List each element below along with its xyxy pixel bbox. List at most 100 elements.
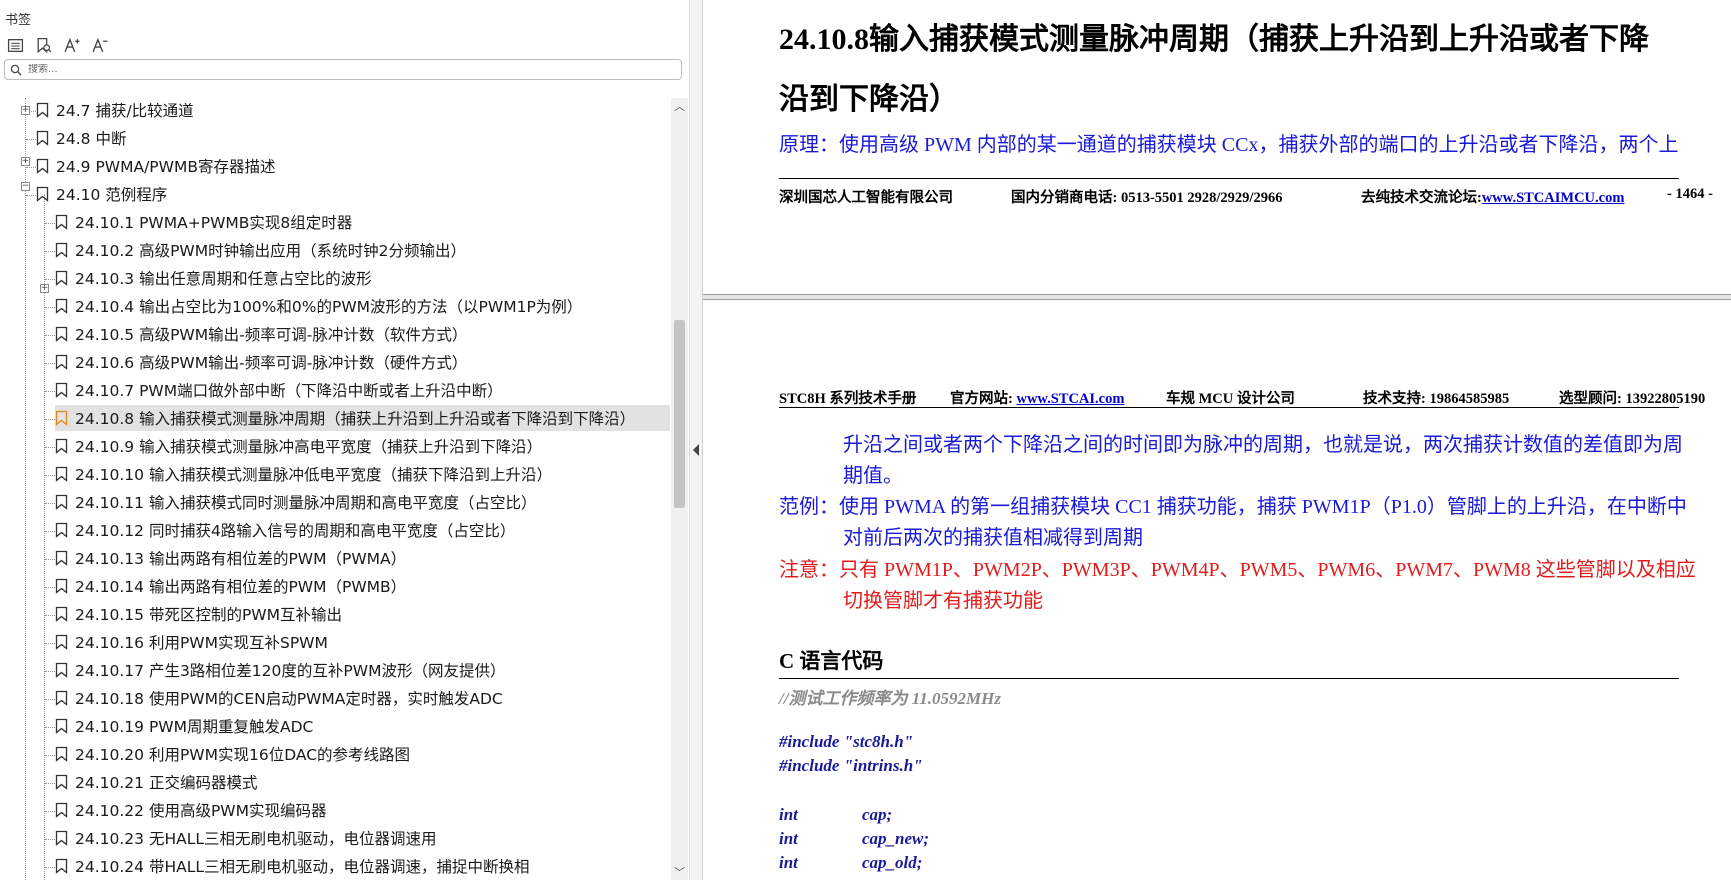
example-text-line2: 对前后两次的捕获值相减得到周期 (843, 527, 1143, 549)
bookmark-icon (55, 494, 68, 510)
bookmark-item[interactable]: 24.8 中断 (36, 125, 126, 151)
header-support: 技术支持: 19864585985 (1363, 391, 1510, 407)
bookmark-item[interactable]: 24.10.4 输出占空比为100%和0%的PWM波形的方法（以PWM1P为例） (55, 293, 582, 319)
bookmark-icon (36, 186, 49, 202)
bookmark-label: 24.10.21 正交编码器模式 (75, 774, 258, 792)
bookmark-label: 24.10.5 高级PWM输出-频率可调-脉冲计数（软件方式） (75, 326, 468, 344)
find-bookmark-button[interactable] (32, 34, 54, 56)
tree-connector (45, 699, 55, 700)
bookmark-icon (55, 746, 68, 762)
scroll-up-arrow-icon[interactable]: ︿ (671, 98, 688, 114)
continued-text-line1: 升沿之间或者两个下降沿之间的时间即为脉冲的周期，也就是说，两次捕获计数值的差值即… (843, 434, 1683, 456)
bookmark-item[interactable]: 24.10.17 产生3路相位差120度的互补PWM波形（网友提供） (55, 657, 505, 683)
note-text-line1: 注意：只有 PWM1P、PWM2P、PWM3P、PWM4P、PWM5、PWM6、… (779, 559, 1696, 581)
footer-phone: 国内分销商电话: 0513-5501 2928/2929/2966 (1011, 190, 1283, 206)
bookmark-item[interactable]: 24.10.18 使用PWM的CEN启动PWMA定时器，实时触发ADC (55, 685, 503, 711)
bookmark-item[interactable]: 24.10.12 同时捕获4路输入信号的周期和高电平宽度（占空比） (55, 517, 515, 543)
bookmark-label: 24.10.6 高级PWM输出-频率可调-脉冲计数（硬件方式） (75, 354, 468, 372)
bookmark-item[interactable]: 24.10.11 输入捕获模式同时测量脉冲周期和高电平宽度（占空比） (55, 489, 536, 515)
bookmark-item[interactable]: 24.10.23 无HALL三相无刷电机驱动，电位器调速用 (55, 825, 436, 851)
decrease-font-button[interactable] (88, 34, 110, 56)
bookmark-label: 24.10.8 输入捕获模式测量脉冲周期（捕获上升沿到上升沿或者下降沿到下降沿） (75, 410, 636, 428)
tree-guide-line (25, 98, 26, 880)
bookmark-scrollbar[interactable]: ︿ ﹀ (671, 98, 688, 880)
section-title-line1: 24.10.8输入捕获模式测量脉冲周期（捕获上升沿到上升沿或者下降 (779, 23, 1649, 56)
bookmark-icon (36, 102, 49, 118)
bookmark-item[interactable]: 24.10.21 正交编码器模式 (55, 769, 257, 795)
tree-guide-line (44, 194, 45, 880)
scroll-down-arrow-icon[interactable]: ﹀ (671, 864, 688, 880)
bookmark-label: 24.10.13 输出两路有相位差的PWM（PWMA） (75, 550, 407, 568)
bookmarks-title: 书签 (5, 13, 32, 28)
bookmark-item[interactable]: 24.10.8 输入捕获模式测量脉冲周期（捕获上升沿到上升沿或者下降沿到下降沿） (55, 405, 670, 431)
bookmark-label: 24.10.20 利用PWM实现16位DAC的参考线路图 (75, 746, 411, 764)
bookmark-label: 24.10.15 带死区控制的PWM互补输出 (75, 606, 342, 624)
official-site-link[interactable]: www.STCAI.com (1016, 391, 1124, 407)
tree-connector (45, 755, 55, 756)
bookmark-search-box[interactable] (4, 59, 682, 80)
forum-link[interactable]: www.STCAIMCU.com (1482, 190, 1625, 206)
expand-toggle-24-7[interactable]: + (21, 106, 30, 115)
tree-connector (45, 363, 55, 364)
bookmark-item[interactable]: 24.10.5 高级PWM输出-频率可调-脉冲计数（软件方式） (55, 321, 467, 347)
expand-toggle-24-10-4[interactable]: + (40, 284, 49, 293)
scrollbar-thumb[interactable] (674, 320, 685, 508)
bookmark-label: 24.10.24 带HALL三相无刷电机驱动，电位器调速，捕捉中断换相 (75, 858, 530, 876)
bookmark-item[interactable]: 24.10 范例程序 (36, 181, 167, 207)
bookmark-item[interactable]: 24.10.9 输入捕获模式测量脉冲高电平宽度（捕获上升沿到下降沿） (55, 433, 542, 459)
header-rule (779, 407, 1679, 408)
principle-text: 原理：使用高级 PWM 内部的某一通道的捕获模块 CCx，捕获外部的端口的上升沿… (779, 134, 1679, 156)
header-advisor: 选型顾问: 13922805190 (1559, 391, 1706, 407)
code-comment: //测试工作频率为 11.0592MHz (779, 689, 1001, 708)
tree-connector (45, 251, 55, 252)
bookmark-item[interactable]: 24.10.20 利用PWM实现16位DAC的参考线路图 (55, 741, 410, 767)
code-decl-type: int (779, 853, 798, 872)
panel-splitter[interactable] (690, 0, 703, 880)
bookmark-icon (36, 130, 49, 146)
bookmark-label: 24.10.9 输入捕获模式测量脉冲高电平宽度（捕获上升沿到下降沿） (75, 438, 543, 456)
bookmark-icon (55, 522, 68, 538)
bookmark-label: 24.10 范例程序 (56, 186, 168, 204)
bookmark-search-input[interactable] (28, 64, 668, 75)
collapse-all-button[interactable] (4, 34, 26, 56)
code-decl-name: cap; (862, 805, 893, 824)
bookmark-icon (55, 438, 68, 454)
bookmark-item[interactable]: 24.10.14 输出两路有相位差的PWM（PWMB） (55, 573, 406, 599)
increase-font-button[interactable] (60, 34, 82, 56)
bookmarks-panel: 书签 24.7 捕获/比较通道 24.8 中断 24.9 PWMA/PWMB寄存器描… (0, 0, 690, 880)
bookmark-item[interactable]: 24.10.24 带HALL三相无刷电机驱动，电位器调速，捕捉中断换相 (55, 853, 529, 879)
bookmark-label: 24.10.19 PWM周期重复触发ADC (75, 718, 314, 736)
tree-connector (45, 475, 55, 476)
bookmark-item[interactable]: 24.9 PWMA/PWMB寄存器描述 (36, 153, 276, 179)
bookmark-item[interactable]: 24.10.6 高级PWM输出-频率可调-脉冲计数（硬件方式） (55, 349, 467, 375)
header-manual: STC8H 系列技术手册 (779, 391, 917, 407)
bookmark-item[interactable]: 24.10.7 PWM端口做外部中断（下降沿中断或者上升沿中断） (55, 377, 503, 403)
code-heading-rule (779, 678, 1679, 679)
collapse-panel-arrow-icon[interactable] (693, 444, 699, 456)
bookmark-item[interactable]: 24.10.16 利用PWM实现互补SPWM (55, 629, 328, 655)
bookmark-item[interactable]: 24.10.10 输入捕获模式测量脉冲低电平宽度（捕获下降沿到上升沿） (55, 461, 552, 487)
bookmark-item[interactable]: 24.10.19 PWM周期重复触发ADC (55, 713, 313, 739)
collapse-toggle-24-10[interactable]: − (21, 182, 30, 191)
bookmark-label: 24.10.1 PWMA+PWMB实现8组定时器 (75, 214, 353, 232)
expand-toggle-24-9[interactable]: + (21, 157, 30, 166)
bookmark-icon (55, 410, 68, 426)
footer-forum: 去纯技术交流论坛:www.STCAIMCU.com (1361, 186, 1624, 207)
tree-connector (45, 335, 55, 336)
search-icon (10, 64, 22, 75)
bookmark-label: 24.10.23 无HALL三相无刷电机驱动，电位器调速用 (75, 830, 437, 848)
bookmark-item[interactable]: 24.10.22 使用高级PWM实现编码器 (55, 797, 327, 823)
bookmark-item[interactable]: 24.7 捕获/比较通道 (36, 98, 194, 123)
bookmark-item[interactable]: 24.10.2 高级PWM时钟输出应用（系统时钟2分频输出） (55, 237, 466, 263)
bookmark-label: 24.7 捕获/比较通道 (56, 102, 194, 120)
code-heading: C 语言代码 (779, 649, 884, 673)
bookmark-item[interactable]: 24.10.15 带死区控制的PWM互补输出 (55, 601, 342, 627)
bookmark-label: 24.10.18 使用PWM的CEN启动PWMA定时器，实时触发ADC (75, 690, 503, 708)
bookmark-item[interactable]: 24.10.1 PWMA+PWMB实现8组定时器 (55, 209, 352, 235)
bookmark-item[interactable]: 24.10.13 输出两路有相位差的PWM（PWMA） (55, 545, 406, 571)
bookmark-icon (55, 298, 68, 314)
tree-connector (45, 447, 55, 448)
bookmark-item[interactable]: 24.10.3 输出任意周期和任意占空比的波形 (55, 265, 372, 291)
code-decl-type: int (779, 805, 798, 824)
bookmark-icon (55, 774, 68, 790)
